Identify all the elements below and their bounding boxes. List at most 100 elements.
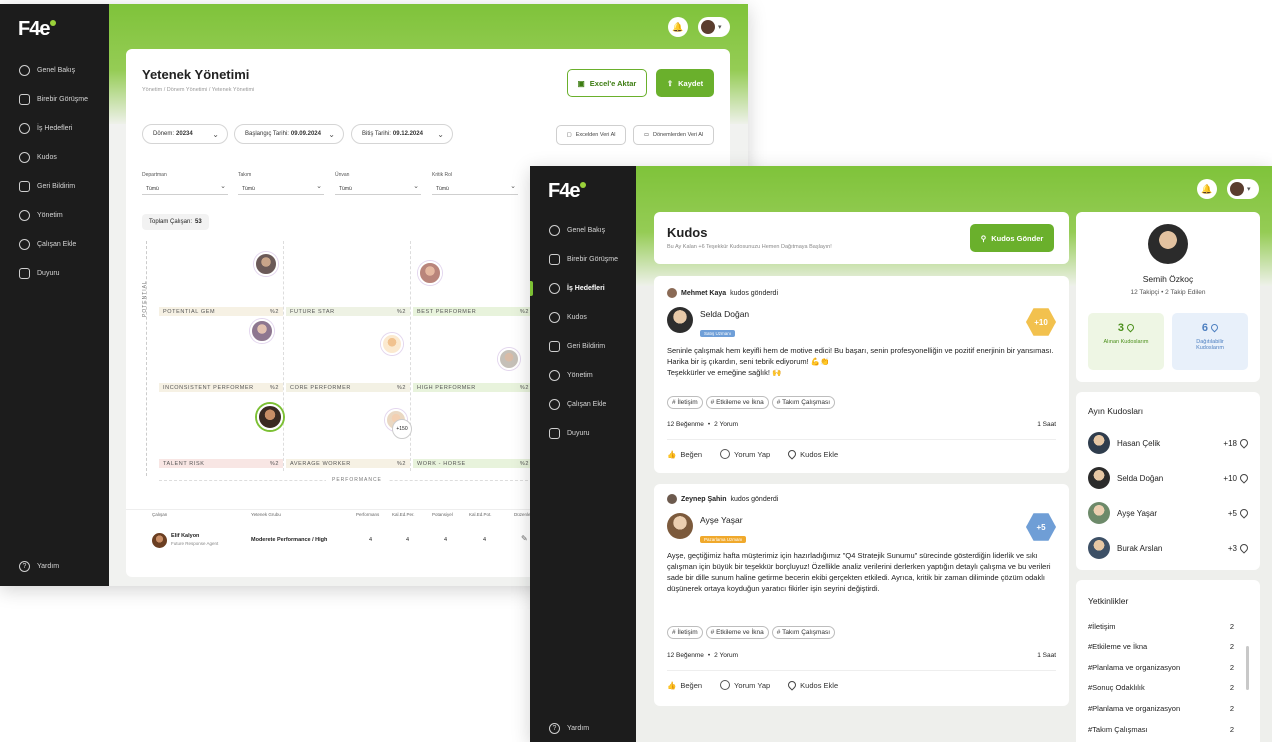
likes-count[interactable]: 12 Beğenme xyxy=(667,421,704,428)
sidebar-item-label: Genel Bakış xyxy=(567,227,606,234)
employee-avatar[interactable] xyxy=(250,319,274,343)
sidebar-item-add-employee[interactable]: Çalışan Ekle xyxy=(0,230,109,259)
sidebar-item-goals[interactable]: İş Hedefleri xyxy=(0,114,109,143)
notification-bell-icon[interactable]: 🔔 xyxy=(1197,179,1217,199)
more-employees-badge[interactable]: +150 xyxy=(392,419,412,439)
skill-count: 2 xyxy=(1229,683,1234,692)
add-kudos-button[interactable]: Kudos Ekle xyxy=(786,679,838,691)
export-excel-button[interactable]: ▣ Excel'e Aktar xyxy=(567,69,647,97)
team-filter[interactable]: Tümü ⌄ xyxy=(238,182,324,195)
end-date-select[interactable]: Bitiş Tarihi: 09.12.2024 ⌄ xyxy=(351,124,453,144)
logo[interactable]: F4e xyxy=(548,180,587,203)
save-button[interactable]: ⇧ Kaydet xyxy=(656,69,714,97)
import-excel-button[interactable]: ▢ Excelden Veri Al xyxy=(556,125,626,145)
comments-count[interactable]: 2 Yorum xyxy=(714,652,738,659)
skill-row[interactable]: #Etkileme ve İkna 2 xyxy=(1088,642,1234,651)
received-kudos-box[interactable]: 3 Alınan Kudoslarım xyxy=(1088,313,1164,370)
skill-row[interactable]: #Sonuç Odaklılık 2 xyxy=(1088,683,1234,692)
recipient-name[interactable]: Selda Doğan xyxy=(700,309,749,319)
sidebar-item-goals[interactable]: İş Hedefleri xyxy=(530,274,636,303)
like-button[interactable]: 👍 Beğen xyxy=(667,449,702,459)
employee-avatar[interactable] xyxy=(418,261,442,285)
thumbs-up-icon: 👍 xyxy=(667,680,677,690)
sidebar-item-management[interactable]: Yönetim xyxy=(530,361,636,390)
sidebar-item-overview[interactable]: Genel Bakış xyxy=(0,56,109,85)
role-badge: Satış Uzmanı xyxy=(700,322,736,340)
recipient-name[interactable]: Ayşe Yaşar xyxy=(700,515,743,525)
person-points: +5 xyxy=(1228,507,1250,519)
send-kudos-button[interactable]: ⚲ Kudos Gönder xyxy=(970,224,1054,252)
comments-count[interactable]: 2 Yorum xyxy=(714,421,738,428)
department-filter[interactable]: Tümü ⌄ xyxy=(142,182,228,195)
handshake-icon xyxy=(19,94,30,105)
distributable-kudos-box[interactable]: 6 Dağıtılabilir Kudoslarım xyxy=(1172,313,1248,370)
notification-bell-icon[interactable]: 🔔 xyxy=(668,17,688,37)
scrollbar[interactable] xyxy=(1246,646,1249,690)
sidebar-item-management[interactable]: Yönetim xyxy=(0,201,109,230)
sidebar-item-one-on-one[interactable]: Birebir Görüşme xyxy=(530,245,636,274)
sidebar-item-announcement[interactable]: Duyuru xyxy=(0,259,109,288)
like-button[interactable]: 👍 Beğen xyxy=(667,680,702,690)
sender-name[interactable]: Mehmet Kaya xyxy=(681,290,726,297)
column-header: Kal.Ed.Per. xyxy=(392,512,415,517)
skill-tag[interactable]: # Etkileme ve İkna xyxy=(705,396,769,409)
comment-icon xyxy=(720,449,731,459)
month-kudos-row[interactable]: Burak Arslan +3 xyxy=(1088,537,1250,559)
sidebar-item-feedback[interactable]: Geri Bildirim xyxy=(530,332,636,361)
skill-tag[interactable]: # İletişim xyxy=(667,396,703,409)
employee-avatar[interactable] xyxy=(257,404,283,430)
sender-name[interactable]: Zeynep Şahin xyxy=(681,496,727,503)
user-menu[interactable]: ▾ xyxy=(698,17,730,37)
skill-row[interactable]: #İletişim 2 xyxy=(1088,622,1234,631)
sidebar-item-kudos[interactable]: Kudos xyxy=(0,143,109,172)
logo[interactable]: F4e xyxy=(18,18,57,41)
help-link[interactable]: ? Yardım xyxy=(19,561,59,572)
followers-count[interactable]: 12 Takipçi xyxy=(1130,289,1159,296)
period-select[interactable]: Dönem: 20234 ⌄ xyxy=(142,124,228,144)
post-divider xyxy=(667,439,1056,440)
logo-dot-icon xyxy=(50,20,57,26)
comment-button[interactable]: Yorum Yap xyxy=(720,680,770,690)
month-kudos-row[interactable]: Hasan Çelik +18 xyxy=(1088,432,1250,454)
sidebar-item-announcement[interactable]: Duyuru xyxy=(530,419,636,448)
skill-row[interactable]: #Planlama ve organizasyon 2 xyxy=(1088,704,1234,713)
import-periods-button[interactable]: ▭ Dönemlerden Veri Al xyxy=(633,125,714,145)
skill-row[interactable]: #Planlama ve organizasyon 2 xyxy=(1088,663,1234,672)
grid-label-text: CORE PERFORMER xyxy=(290,384,351,391)
user-menu[interactable]: ▾ xyxy=(1227,179,1259,199)
edit-icon[interactable]: ✎ xyxy=(521,534,528,543)
profile-avatar[interactable] xyxy=(1148,224,1188,264)
export-excel-label: Excel'e Aktar xyxy=(589,78,637,88)
employee-avatar[interactable] xyxy=(254,252,278,276)
following-count[interactable]: 2 Takip Edilen xyxy=(1165,289,1205,296)
skill-count: 2 xyxy=(1229,642,1234,651)
sidebar-item-feedback[interactable]: Geri Bildirim xyxy=(0,172,109,201)
employee-avatar[interactable] xyxy=(381,333,403,355)
sidebar-item-overview[interactable]: Genel Bakış xyxy=(530,216,636,245)
help-link[interactable]: ? Yardım xyxy=(549,723,589,734)
skill-tag[interactable]: # Takım Çalışması xyxy=(771,626,836,639)
grid-label-high: HIGH PERFORMER %2 xyxy=(413,383,533,392)
title-filter[interactable]: Tümü ⌄ xyxy=(335,182,421,195)
month-kudos-row[interactable]: Ayşe Yaşar +5 xyxy=(1088,502,1250,524)
month-kudos-row[interactable]: Selda Doğan +10 xyxy=(1088,467,1250,489)
likes-count[interactable]: 12 Beğenme xyxy=(667,652,704,659)
skill-tag[interactable]: # Takım Çalışması xyxy=(771,396,836,409)
add-kudos-button[interactable]: Kudos Ekle xyxy=(786,448,838,460)
sidebar-item-add-employee[interactable]: Çalışan Ekle xyxy=(530,390,636,419)
sidebar-item-one-on-one[interactable]: Birebir Görüşme xyxy=(0,85,109,114)
filter-value: Tümü xyxy=(242,186,255,192)
critical-role-filter[interactable]: Tümü ⌄ xyxy=(432,182,518,195)
kudos-window: F4e Genel Bakış Birebir Görüşme İş Hedef… xyxy=(530,166,1272,742)
send-kudos-label: Kudos Gönder xyxy=(991,233,1044,243)
sidebar-item-kudos[interactable]: Kudos xyxy=(530,303,636,332)
kudos-pin-icon: ⚲ xyxy=(980,233,987,243)
recipient-avatar[interactable] xyxy=(667,513,693,539)
comment-button[interactable]: Yorum Yap xyxy=(720,449,770,459)
employee-avatar[interactable] xyxy=(498,348,520,370)
recipient-avatar[interactable] xyxy=(667,307,693,333)
skill-row[interactable]: #Takım Çalışması 2 xyxy=(1088,725,1234,734)
skill-tag[interactable]: # İletişim xyxy=(667,626,703,639)
start-date-select[interactable]: Başlangıç Tarihi: 09.09.2024 ⌄ xyxy=(234,124,344,144)
skill-tag[interactable]: # Etkileme ve İkna xyxy=(705,626,769,639)
